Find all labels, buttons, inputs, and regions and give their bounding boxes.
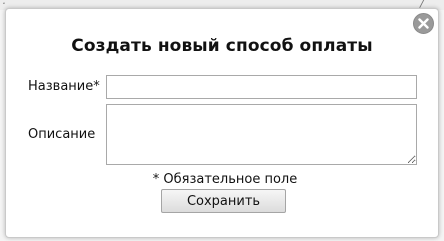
page: · / Создать новый способ оплаты Название… [0, 0, 444, 241]
close-icon [418, 18, 429, 29]
create-payment-method-dialog: Создать новый способ оплаты Название* Оп… [5, 8, 439, 238]
dialog-title: Создать новый способ оплаты [71, 36, 373, 56]
close-button[interactable] [413, 13, 434, 34]
required-field-note: * Обязательное поле [152, 172, 298, 187]
name-input[interactable] [106, 75, 417, 99]
save-button[interactable]: Сохранить [161, 189, 286, 213]
description-textarea[interactable] [106, 104, 417, 165]
description-label: Описание [28, 127, 96, 142]
name-label: Название* [28, 79, 100, 94]
